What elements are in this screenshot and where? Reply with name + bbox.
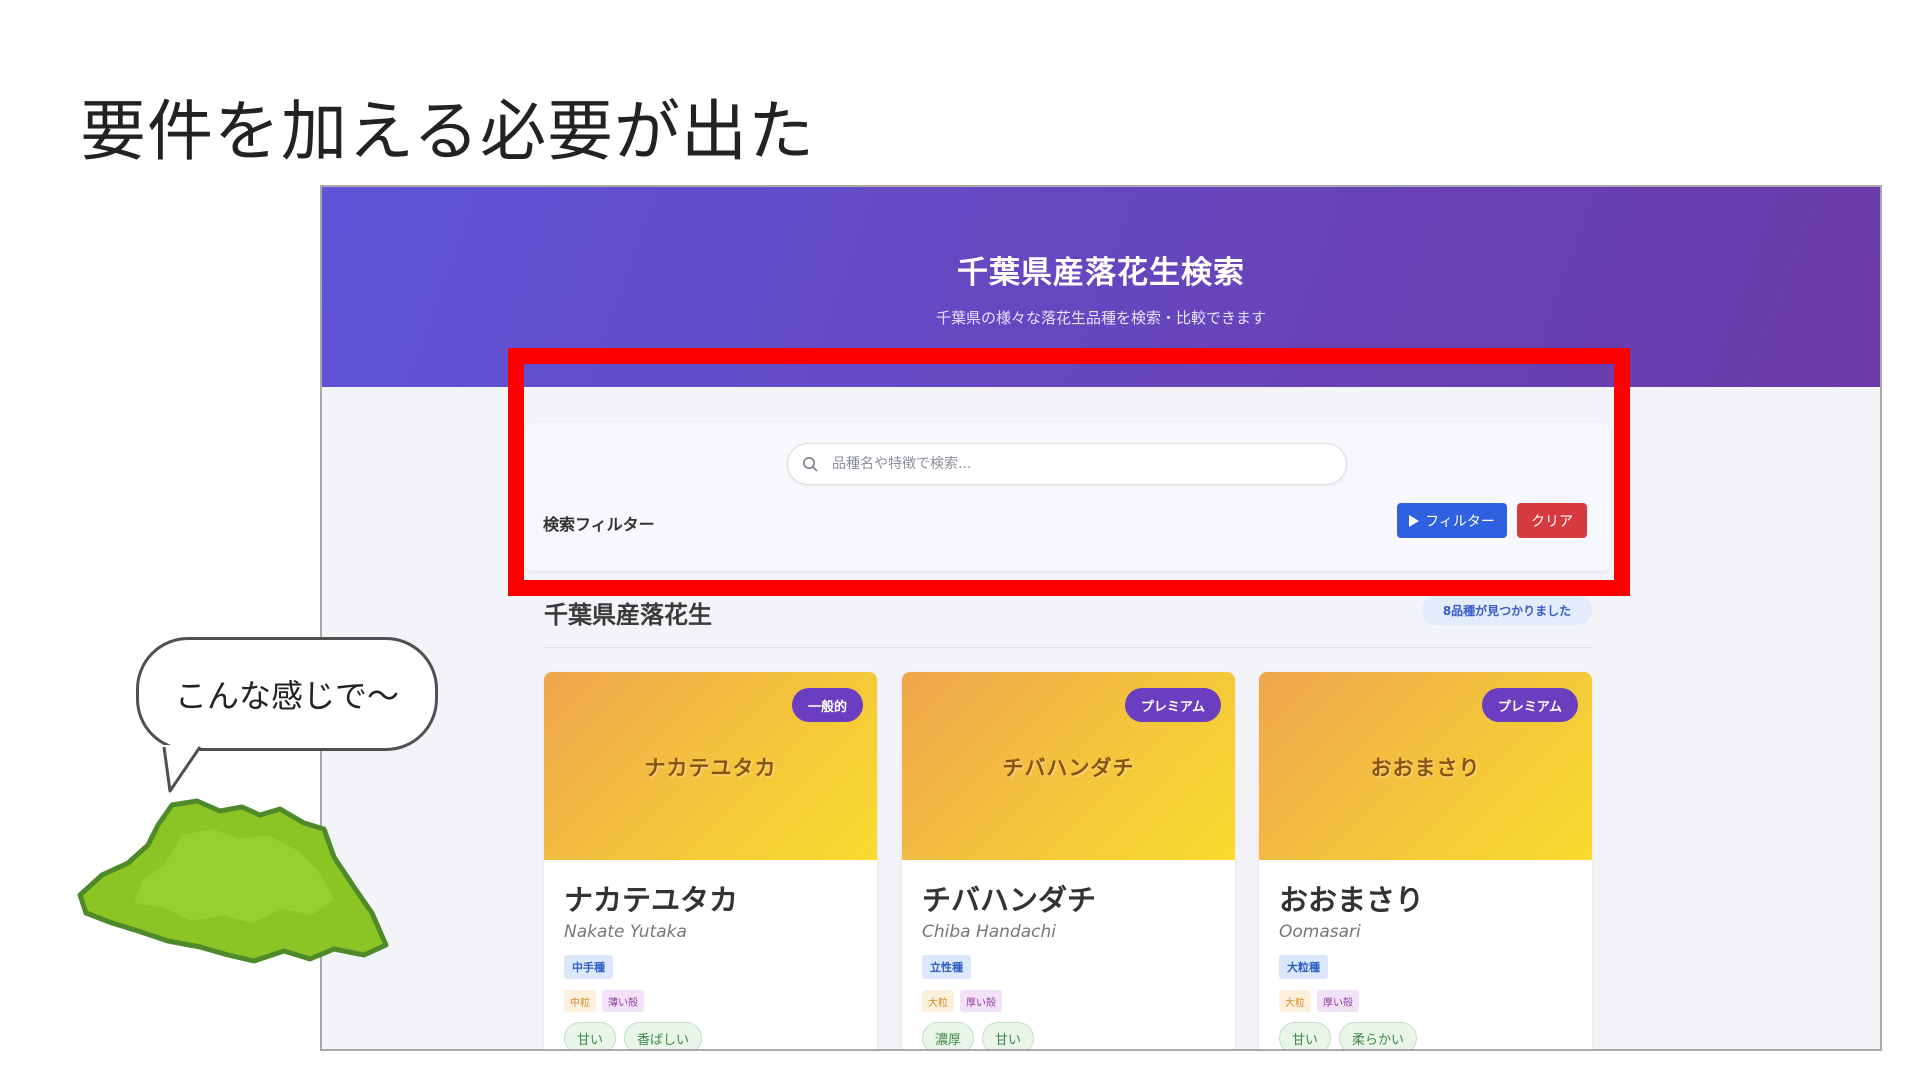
card-shell-tag: 厚い殻	[1317, 990, 1359, 1012]
speech-bubble-tail	[162, 745, 202, 793]
card-taste-tags: 濃厚 甘い	[922, 1022, 1035, 1049]
card-image-name: おおまさり	[1370, 756, 1481, 780]
card-taste-tag: 濃厚	[922, 1022, 975, 1049]
slide-title: 要件を加える必要が出た	[80, 93, 816, 170]
variety-card[interactable]: プレミアム チバハンダチ チバハンダチ Chiba Handachi 立性種 大…	[902, 672, 1235, 1049]
card-taste-tag: 柔らかい	[1339, 1022, 1418, 1049]
play-triangle-icon	[1409, 514, 1420, 527]
app-title: 千葉県産落花生検索	[957, 255, 1245, 291]
speech-bubble: こんな感じで〜	[136, 637, 438, 751]
card-image-area: プレミアム チバハンダチ	[902, 672, 1235, 860]
card-attribute-tags: 大粒 厚い殻	[922, 990, 1002, 1012]
app-subtitle: 千葉県の様々な落花生品種を検索・比較できます	[935, 309, 1266, 327]
clear-button[interactable]: クリア	[1517, 503, 1587, 538]
filter-button[interactable]: フィルター	[1397, 503, 1507, 538]
card-image-area: プレミアム おおまさり	[1259, 672, 1592, 860]
search-icon	[803, 457, 818, 472]
card-image-area: 一般的 ナカテユタカ	[544, 672, 877, 860]
filter-label: 検索フィルター	[543, 515, 655, 534]
card-type-tag: 立性種	[922, 955, 971, 979]
card-badge: 一般的	[791, 688, 863, 722]
card-taste-tags: 甘い 柔らかい	[1279, 1022, 1418, 1049]
card-taste-tag: 香ばしい	[624, 1022, 703, 1049]
card-name: ナカテユタカ	[564, 883, 739, 917]
search-box[interactable]	[787, 443, 1347, 485]
card-size-tag: 中粒	[564, 990, 596, 1012]
card-taste-tags: 甘い 香ばしい	[564, 1022, 703, 1049]
results-title: 千葉県産落花生	[544, 601, 712, 629]
card-name: チバハンダチ	[922, 883, 1097, 917]
search-input[interactable]	[832, 444, 1332, 484]
card-shell-tag: 薄い殻	[602, 990, 644, 1012]
card-romanized-name: Oomasari	[1279, 922, 1361, 942]
card-size-tag: 大粒	[1279, 990, 1311, 1012]
card-type-tag: 大粒種	[1279, 955, 1328, 979]
card-type-tag: 中手種	[564, 955, 613, 979]
card-shell-tag: 厚い殻	[960, 990, 1002, 1012]
card-image-name: ナカテユタカ	[644, 756, 777, 780]
card-name: おおまさり	[1279, 883, 1425, 917]
card-attribute-tags: 中粒 薄い殻	[564, 990, 644, 1012]
card-romanized-name: Nakate Yutaka	[564, 922, 687, 942]
card-romanized-name: Chiba Handachi	[922, 922, 1057, 942]
card-image-name: チバハンダチ	[1002, 756, 1135, 780]
speech-bubble-text: こんな感じで〜	[174, 677, 399, 715]
app-screenshot: 千葉県産落花生検索 千葉県の様々な落花生品種を検索・比較できます 検索フィルター…	[320, 185, 1882, 1051]
app-header: 千葉県産落花生検索 千葉県の様々な落花生品種を検索・比較できます	[322, 187, 1880, 387]
card-taste-tag: 甘い	[564, 1022, 617, 1049]
results-count-badge: 8品種が見つかりました	[1422, 595, 1592, 625]
card-taste-tag: 甘い	[982, 1022, 1035, 1049]
card-badge: プレミアム	[1481, 688, 1578, 722]
results-divider	[544, 647, 1592, 648]
filter-button-label: フィルター	[1425, 513, 1495, 530]
card-taste-tag: 甘い	[1279, 1022, 1332, 1049]
variety-card[interactable]: 一般的 ナカテユタカ ナカテユタカ Nakate Yutaka 中手種 中粒 薄…	[544, 672, 877, 1049]
chiba-prefecture-map-icon	[77, 798, 389, 964]
variety-card[interactable]: プレミアム おおまさり おおまさり Oomasari 大粒種 大粒 厚い殻 甘い…	[1259, 672, 1592, 1049]
card-size-tag: 大粒	[922, 990, 954, 1012]
card-badge: プレミアム	[1124, 688, 1221, 722]
card-attribute-tags: 大粒 厚い殻	[1279, 990, 1359, 1012]
slide: 要件を加える必要が出た 千葉県産落花生検索 千葉県の様々な落花生品種を検索・比較…	[0, 0, 1920, 1080]
search-panel: 検索フィルター フィルター クリア	[525, 423, 1610, 571]
